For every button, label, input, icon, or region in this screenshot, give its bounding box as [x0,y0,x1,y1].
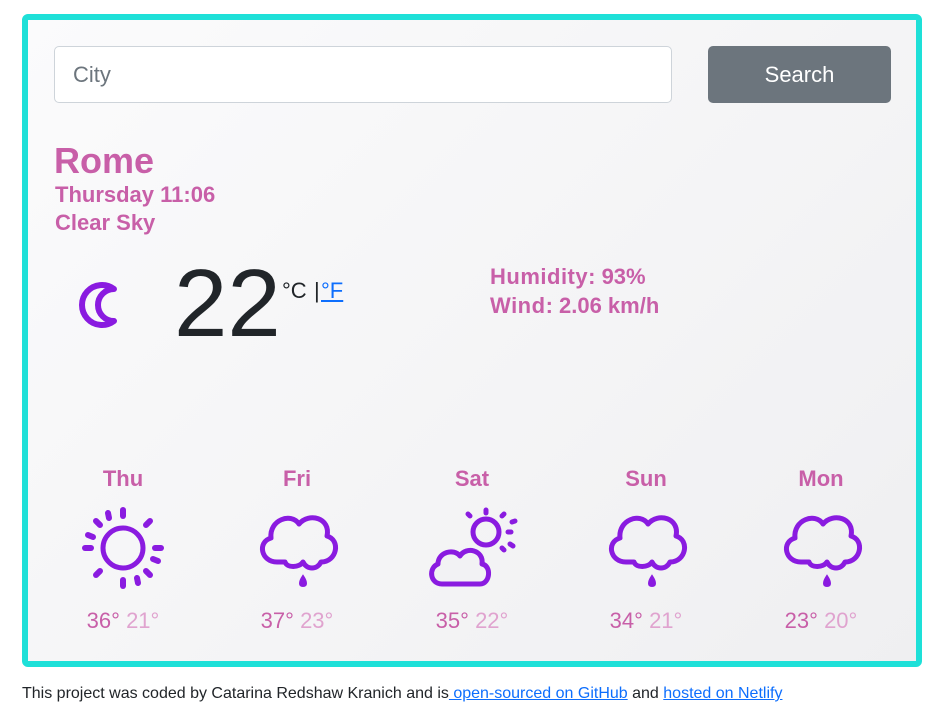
fahrenheit-link[interactable]: °F [321,278,343,304]
rain-cloud-icon [260,515,338,588]
forecast-temps: 34° 21° [586,608,706,634]
forecast-temps: 36° 21° [63,608,183,634]
rain-cloud-icon [609,515,687,588]
moon-icon [79,282,117,328]
wind-value: : 2.06 km/h [545,293,660,318]
city-name: Rome [54,140,155,181]
github-link[interactable]: open-sourced on GitHub [449,685,627,702]
weather-card: Search Rome Thursday 11:06 Clear Sky 22 … [22,14,922,667]
netlify-link[interactable]: hosted on Netlify [663,685,782,702]
unit-separator: | [314,278,320,303]
forecast-day-name: Thu [102,466,144,491]
humidity-info: Humidity: 93% [490,264,646,290]
humidity-value: : 93% [588,264,646,289]
partly-cloudy-icon [429,507,518,587]
forecast-min-temp: 23° [300,608,334,633]
forecast-row: Thu 36° 21° Fri 37° 23° Sat 35° 22° Sun … [28,466,916,646]
wind-label: Wind [490,293,546,318]
forecast-day: Thu 36° 21° [63,466,183,634]
forecast-max-temp: 36° [86,608,120,633]
forecast-day-name: Fri [282,466,312,491]
forecast-temps: 37° 23° [237,608,357,634]
forecast-day-name: Sat [454,466,490,491]
footer-text: This project was coded by Catarina Redsh… [22,685,449,702]
current-temperature: 22 [174,250,281,357]
weather-description: Clear Sky [55,210,156,235]
forecast-min-temp: 20° [824,608,858,633]
forecast-day: Sun 34° 21° [586,466,706,634]
footer: This project was coded by Catarina Redsh… [22,685,782,703]
city-search-input[interactable] [54,46,672,103]
forecast-day: Mon 23° 20° [761,466,881,634]
forecast-min-temp: 22° [475,608,509,633]
forecast-day: Fri 37° 23° [237,466,357,634]
current-datetime: Thursday 11:06 [55,182,216,207]
forecast-max-temp: 23° [784,608,818,633]
forecast-day-name: Sun [625,466,667,491]
forecast-max-temp: 37° [260,608,294,633]
celsius-unit: °C [282,278,307,303]
search-button[interactable]: Search [708,46,891,103]
forecast-day-name: Mon [798,466,844,491]
footer-text-middle: and [627,685,664,702]
forecast-temps: 35° 22° [412,608,532,634]
sun-icon [82,507,164,589]
forecast-min-temp: 21° [126,608,160,633]
rain-cloud-icon [784,515,862,588]
forecast-day: Sat 35° 22° [412,466,532,634]
forecast-min-temp: 21° [649,608,683,633]
wind-info: Wind: 2.06 km/h [490,293,659,319]
forecast-max-temp: 34° [609,608,643,633]
forecast-temps: 23° 20° [761,608,881,634]
forecast-max-temp: 35° [435,608,469,633]
humidity-label: Humidity [490,264,589,289]
